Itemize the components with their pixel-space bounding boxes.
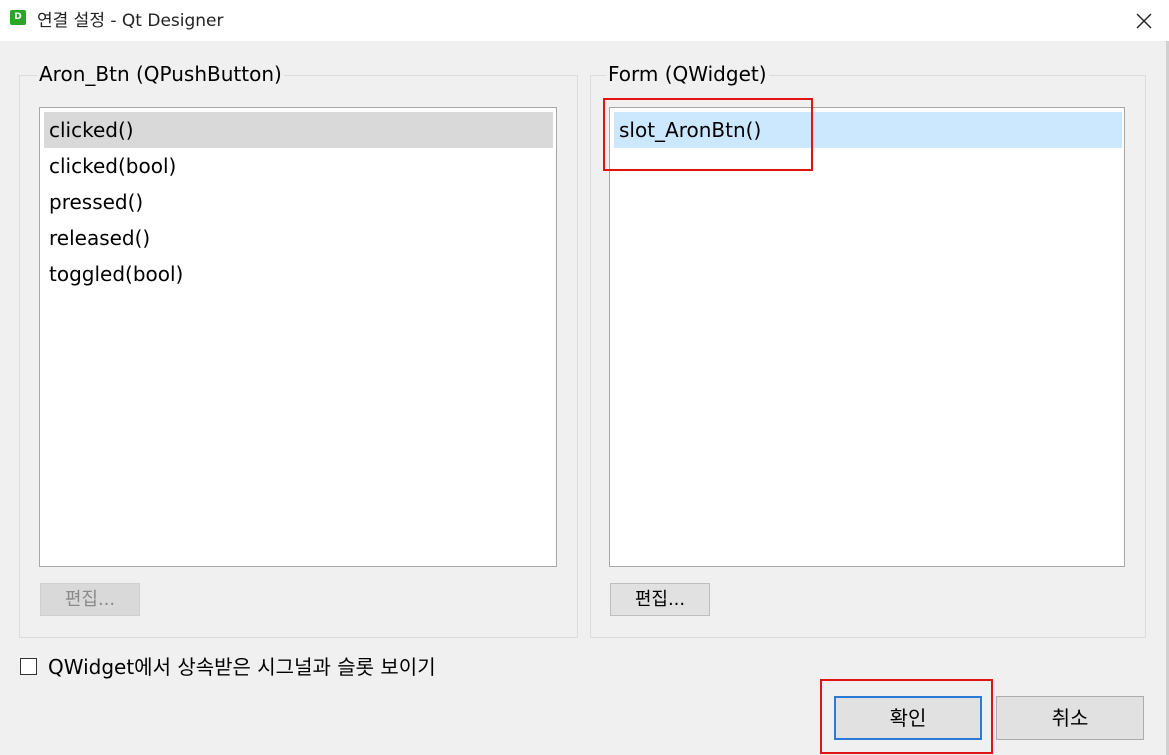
close-button[interactable]: [1118, 0, 1169, 41]
signal-item[interactable]: toggled(bool): [44, 256, 553, 292]
signal-item[interactable]: clicked(bool): [44, 148, 553, 184]
receiver-edit-button[interactable]: 편집...: [610, 583, 710, 616]
slot-list[interactable]: slot_AronBtn(): [609, 107, 1125, 567]
show-inherited-checkbox[interactable]: [20, 658, 37, 675]
qt-designer-app-icon: D: [10, 10, 26, 25]
signal-list[interactable]: clicked() clicked(bool) pressed() releas…: [39, 107, 557, 567]
close-icon: [1136, 13, 1151, 28]
ok-button[interactable]: 확인: [834, 696, 982, 740]
title-bar: D 연결 설정 - Qt Designer: [0, 0, 1169, 41]
sender-group-title: Aron_Btn (QPushButton): [37, 61, 284, 87]
signal-item[interactable]: clicked(): [44, 112, 553, 148]
receiver-group-title: Form (QWidget): [606, 61, 769, 87]
slot-item[interactable]: slot_AronBtn(): [614, 112, 1122, 148]
signal-item[interactable]: released(): [44, 220, 553, 256]
sender-edit-button[interactable]: 편집...: [40, 583, 140, 616]
window-title: 연결 설정 - Qt Designer: [37, 11, 224, 31]
show-inherited-label: QWidget에서 상속받은 시그널과 슬롯 보이기: [48, 655, 436, 679]
cancel-button[interactable]: 취소: [996, 696, 1144, 740]
signal-item[interactable]: pressed(): [44, 184, 553, 220]
